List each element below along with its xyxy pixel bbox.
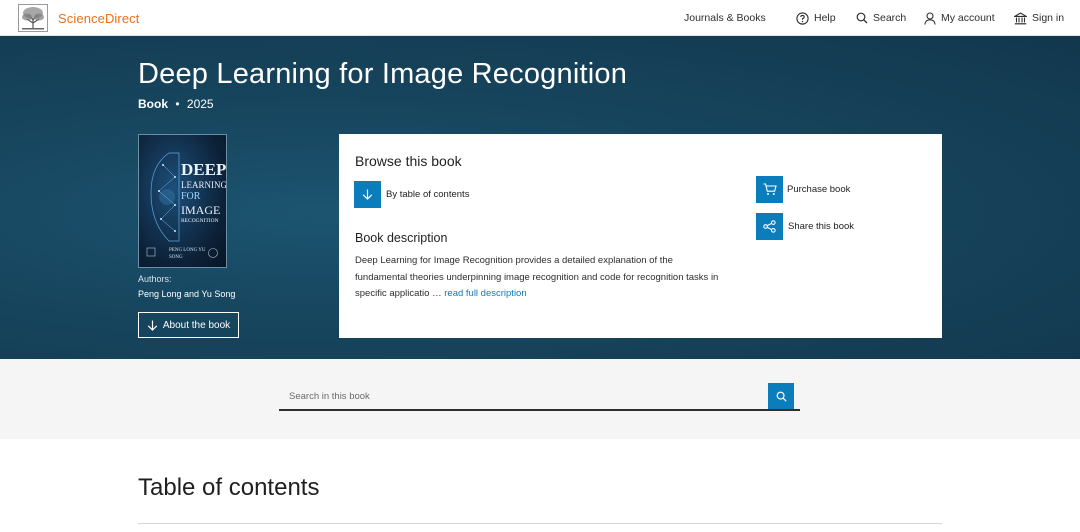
logo-text: ScienceDirect [58, 10, 140, 26]
share-this-book-link[interactable]: Share this book [788, 221, 854, 232]
nav-sign-in[interactable]: Sign in [1014, 0, 1064, 36]
content-type: Book [138, 97, 168, 111]
book-description: Deep Learning for Image Recognition prov… [355, 253, 725, 303]
authors-label: Authors: [138, 274, 172, 284]
book-meta: Book • 2025 [138, 97, 214, 111]
share-icon [763, 220, 776, 233]
cover-title-line: RECOGNITION [181, 218, 219, 224]
search-icon [776, 391, 787, 402]
help-icon [796, 11, 809, 25]
nav-help[interactable]: Help [796, 0, 836, 36]
user-icon [924, 11, 936, 25]
cover-title-line: FOR [181, 191, 201, 202]
book-cover[interactable]: DEEP LEARNING FOR IMAGE RECOGNITION PENG… [138, 134, 227, 268]
page-title: Deep Learning for Image Recognition [138, 58, 628, 90]
publication-year: 2025 [186, 97, 214, 111]
elsevier-tree-icon [18, 4, 48, 32]
nav-search-label: Search [873, 12, 907, 24]
by-table-of-contents-link[interactable]: By table of contents [386, 189, 469, 200]
nav-help-label: Help [814, 12, 836, 24]
browse-card: Browse this book By table of contents Bo… [339, 134, 942, 338]
search-in-book-input[interactable] [279, 383, 768, 409]
top-navigation: ScienceDirect Journals & Books Help Sear… [0, 0, 1080, 36]
meta-separator: • [175, 97, 180, 111]
nav-sign-in-label: Sign in [1032, 12, 1065, 24]
cover-title-line: LEARNING [181, 180, 227, 190]
nav-my-account-label: My account [941, 12, 995, 24]
section-divider [138, 523, 942, 524]
nav-journals-books[interactable]: Journals & Books [684, 0, 766, 36]
arrow-down-icon [362, 189, 373, 200]
search-submit-button[interactable] [768, 383, 794, 409]
sciencedirect-logo[interactable]: ScienceDirect [18, 4, 140, 32]
about-the-book-label: About the book [162, 319, 231, 331]
book-description-heading: Book description [355, 231, 448, 245]
nav-my-account[interactable]: My account [924, 0, 995, 36]
purchase-book-button[interactable] [756, 176, 783, 203]
search-icon [856, 12, 868, 24]
book-search [279, 383, 800, 411]
table-of-contents-button[interactable] [354, 181, 381, 208]
browse-heading: Browse this book [355, 153, 462, 169]
nav-search[interactable]: Search [856, 0, 906, 36]
nav-journals-books-label: Journals & Books [684, 12, 766, 24]
read-full-description-link[interactable]: read full description [444, 288, 526, 299]
table-of-contents-heading: Table of contents [138, 474, 320, 501]
purchase-book-link[interactable]: Purchase book [787, 184, 850, 195]
cart-icon [763, 183, 777, 195]
share-book-button[interactable] [756, 213, 783, 240]
arrow-down-icon [147, 320, 158, 331]
cover-authors: PENG LONG YU SONG [169, 248, 206, 260]
about-the-book-button[interactable]: About the book [138, 312, 239, 338]
cover-title-line: IMAGE [181, 203, 221, 217]
institution-icon [1014, 11, 1027, 24]
book-description-text: Deep Learning for Image Recognition prov… [355, 255, 719, 299]
authors-names: Peng Long and Yu Song [138, 289, 236, 299]
cover-title-line: DEEP [181, 160, 227, 179]
